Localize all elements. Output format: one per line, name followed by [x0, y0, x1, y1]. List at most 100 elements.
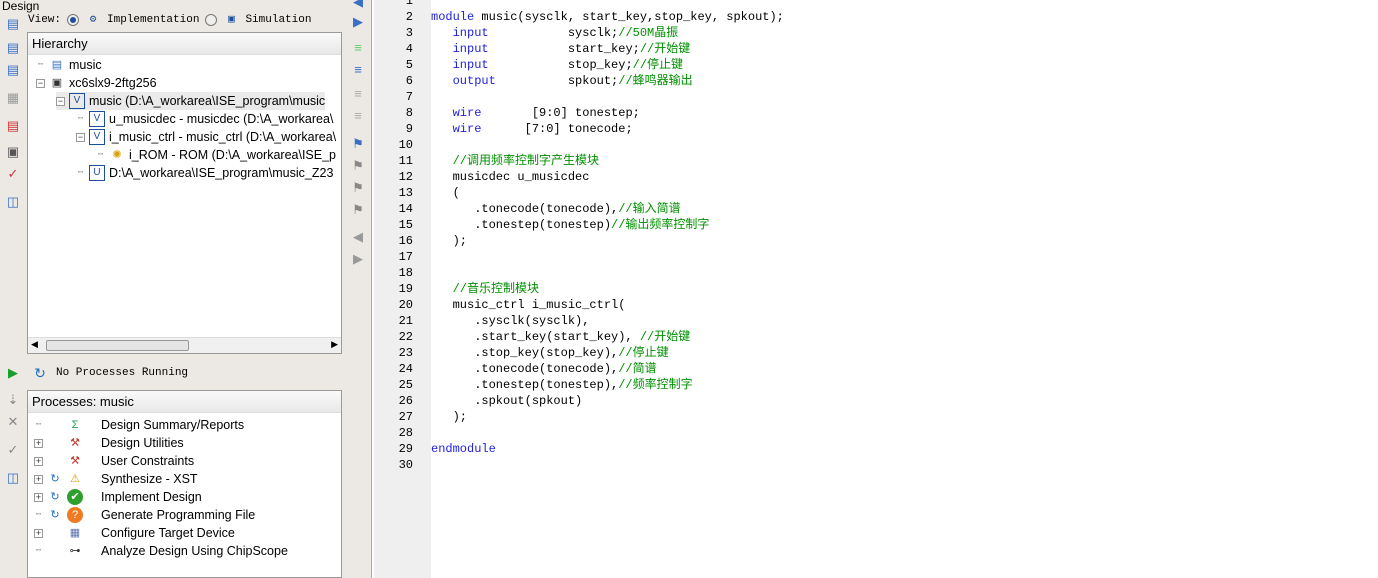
collapse-icon[interactable]: −	[76, 132, 85, 142]
comment-token: //输出频率控制字	[611, 218, 710, 232]
code-token: music(sysclk, start_key,stop_key, spkout…	[474, 10, 784, 24]
process-item[interactable]: ┈ ⊶ Analyze Design Using ChipScope	[34, 542, 288, 560]
tree-item[interactable]: ┈ ✺ i_ROM - ROM (D:\A_workarea\ISE_p	[96, 146, 336, 164]
add-copy-source-icon[interactable]: ▤	[5, 62, 21, 78]
code-token: .sysclk(sysclk),	[431, 314, 590, 328]
tree-item-label: i_music_ctrl - music_ctrl (D:\A_workarea…	[109, 130, 337, 144]
processes-title: Processes: music	[28, 391, 341, 413]
code-line[interactable]: (	[431, 185, 460, 201]
code-token: .tonecode(tonecode),	[431, 202, 619, 216]
process-item[interactable]: ┈ Σ Design Summary/Reports	[34, 416, 244, 434]
process-item[interactable]: + ⚒ User Constraints	[34, 452, 194, 470]
line-number: 23	[398, 346, 413, 360]
format-icon[interactable]: ≡	[350, 86, 366, 102]
chip-check-icon[interactable]: ▣	[5, 144, 21, 160]
expand-icon[interactable]: +	[34, 474, 43, 484]
line-number: 8	[405, 106, 413, 120]
rerun-all-icon[interactable]: ✓	[5, 442, 21, 458]
tree-item-label: u_musicdec - musicdec (D:\A_workarea\	[109, 112, 334, 126]
comment-token: //蜂鸣器输出	[618, 74, 693, 88]
code-line[interactable]: wire [9:0] tonestep;	[431, 105, 640, 121]
indent-icon[interactable]: ▶	[350, 14, 366, 30]
comment-lines-icon[interactable]: ≡	[350, 40, 366, 56]
process-item-label: Analyze Design Using ChipScope	[101, 544, 288, 558]
code-line[interactable]: .tonestep(tonestep)//输出频率控制字	[431, 217, 709, 233]
collapse-icon[interactable]: −	[56, 96, 65, 106]
code-line[interactable]: music_ctrl i_music_ctrl(	[431, 297, 626, 313]
layout-icon[interactable]: ◫	[5, 194, 21, 210]
code-line[interactable]: musicdec u_musicdec	[431, 169, 590, 185]
simulation-radio[interactable]	[205, 14, 218, 26]
code-line[interactable]: input start_key;//开始键	[431, 41, 691, 57]
process-item[interactable]: + ↻ ✔ Implement Design	[34, 488, 202, 506]
code-line[interactable]: .start_key(start_key), //开始键	[431, 329, 690, 345]
code-line[interactable]: .spkout(spkout)	[431, 393, 582, 409]
code-line[interactable]: //调用频率控制字产生模块	[431, 153, 599, 169]
simulation-label[interactable]: Simulation	[245, 14, 311, 26]
tree-item[interactable]: ┈ U D:\A_workarea\ISE_program\music_Z23	[76, 164, 333, 182]
module-icon[interactable]: ▦	[5, 90, 21, 106]
uncomment-icon[interactable]: ≡	[350, 62, 366, 78]
line-number: 9	[405, 122, 413, 136]
code-line[interactable]: .sysclk(sysclk),	[431, 313, 589, 329]
tree-item[interactable]: − Vmusic (D:\A_workarea\ISE_program\music	[56, 92, 326, 110]
code-line[interactable]: input sysclk;//50M晶振	[431, 25, 679, 41]
process-item[interactable]: + ⚒ Design Utilities	[34, 434, 184, 452]
scrollbar-thumb[interactable]	[46, 340, 189, 351]
code-line[interactable]: );	[431, 233, 467, 249]
code-line[interactable]: module music(sysclk, start_key,stop_key,…	[431, 9, 784, 25]
horizontal-scrollbar[interactable]: ◀ ▶	[28, 337, 341, 353]
add-source-icon[interactable]: ▤	[5, 40, 21, 56]
run-icon[interactable]: ▶	[5, 365, 21, 381]
code-line[interactable]: wire [7:0] tonecode;	[431, 121, 633, 137]
process-item[interactable]: + ↻ ⚠ Synthesize - XST	[34, 470, 198, 488]
code-line[interactable]: //音乐控制模块	[431, 281, 539, 297]
check-doc-icon[interactable]: ✓	[5, 166, 21, 182]
tree-item[interactable]: ┈ ▤ music	[36, 56, 102, 74]
expand-icon[interactable]: +	[34, 528, 43, 538]
code-line[interactable]: output spkout;//蜂鸣器输出	[431, 73, 693, 89]
remove-source-icon[interactable]: ▤	[5, 118, 21, 134]
implementation-radio[interactable]	[67, 14, 80, 26]
bookmark-clear-icon[interactable]: ⚑	[350, 202, 366, 218]
code-line[interactable]: endmodule	[431, 441, 496, 457]
new-source-icon[interactable]: ▤	[5, 16, 21, 32]
bookmark-icon[interactable]: ⚑	[350, 136, 366, 152]
scroll-right-icon[interactable]: ▶	[331, 339, 338, 350]
line-number: 18	[398, 266, 413, 280]
code-token: .tonecode(tonecode),	[431, 362, 619, 376]
isim-icon: ▣	[228, 14, 235, 26]
back-icon[interactable]: ◀	[350, 229, 366, 245]
code-line[interactable]: );	[431, 409, 467, 425]
code-line[interactable]: .tonecode(tonecode),//输入简谱	[431, 201, 680, 217]
forward-icon[interactable]: ▶	[350, 251, 366, 267]
rerun-icon[interactable]: ⇣	[5, 392, 21, 408]
unindent-icon[interactable]: ◀	[350, 0, 366, 10]
code-line[interactable]: .tonecode(tonecode),//简谱	[431, 361, 656, 377]
line-number: 14	[398, 202, 413, 216]
collapse-icon[interactable]: −	[36, 78, 45, 88]
format2-icon[interactable]: ≡	[350, 108, 366, 124]
tree-item[interactable]: ┈ Vu_musicdec - musicdec (D:\A_workarea\	[76, 110, 333, 128]
processes-panel: Processes: music ┈ Σ Design Summary/Report…	[27, 390, 342, 578]
process-item[interactable]: ┈ ↻? Generate Programming File	[34, 506, 255, 524]
code-line[interactable]: .tonestep(tonestep),//频率控制字	[431, 377, 692, 393]
process-item[interactable]: + ▦ Configure Target Device	[34, 524, 235, 542]
expand-icon[interactable]: +	[34, 492, 43, 502]
process-item-label: User Constraints	[101, 454, 195, 468]
expand-icon[interactable]: +	[34, 438, 43, 448]
implementation-label[interactable]: Implementation	[107, 14, 199, 26]
bookmark-next-icon[interactable]: ⚑	[350, 158, 366, 174]
keyword-token: endmodule	[431, 442, 496, 456]
layout-icon[interactable]: ◫	[5, 470, 21, 486]
line-number: 17	[398, 250, 413, 264]
code-line[interactable]: .stop_key(stop_key),//停止键	[431, 345, 668, 361]
expand-icon[interactable]: +	[34, 456, 43, 466]
scroll-left-icon[interactable]: ◀	[31, 339, 38, 350]
tree-item[interactable]: − ▣ xc6slx9-2ftg256	[36, 74, 157, 92]
tree-item[interactable]: − Vi_music_ctrl - music_ctrl (D:\A_workar…	[76, 128, 336, 146]
bookmark-prev-icon[interactable]: ⚑	[350, 180, 366, 196]
stop-icon[interactable]: ✕	[5, 414, 21, 430]
code-line[interactable]: input stop_key;//停止键	[431, 57, 683, 73]
